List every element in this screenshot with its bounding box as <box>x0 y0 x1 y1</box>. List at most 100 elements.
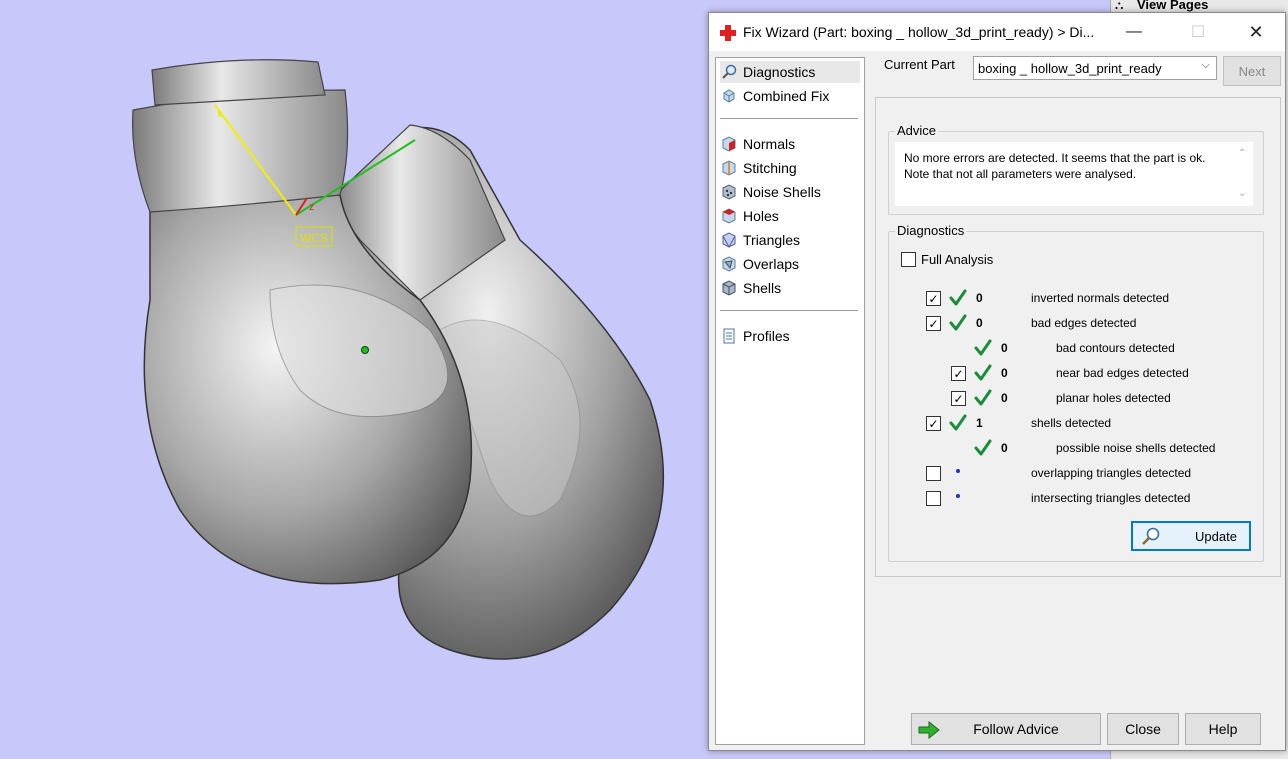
current-part-label: Current Part <box>884 57 955 72</box>
document-icon <box>720 327 738 345</box>
diagnostic-label: shells detected <box>1031 416 1112 430</box>
nav-item-combined-fix[interactable]: Combined Fix <box>720 85 829 107</box>
diagnostics-panel: Advice No more errors are detected. It s… <box>875 97 1281 577</box>
diagnostic-checkbox[interactable]: ✓ <box>926 416 941 431</box>
cube-icon <box>720 87 738 105</box>
nav-item-noise-shells[interactable]: Noise Shells <box>720 181 821 203</box>
advice-scrollbar[interactable]: ⌃ ⌄ <box>1233 142 1253 206</box>
diagnostic-checkbox[interactable]: ✓ <box>951 391 966 406</box>
nav-separator <box>720 118 858 119</box>
diagnostic-count: 0 <box>976 316 983 330</box>
nav-label: Normals <box>743 136 796 152</box>
diagnostic-count: 0 <box>1001 341 1008 355</box>
scroll-down-icon[interactable]: ⌄ <box>1238 186 1246 202</box>
nav-label: Profiles <box>743 328 790 344</box>
diagnostic-checkbox[interactable]: ✓ <box>951 366 966 381</box>
diagnostic-checkbox[interactable] <box>926 491 941 506</box>
boxing-gloves-model[interactable]: x z WCS <box>0 0 708 759</box>
check-mark-icon <box>974 339 992 356</box>
diagnostic-row: ✓ 0 inverted normals detected <box>889 289 1259 309</box>
triangles-icon <box>720 231 738 249</box>
diagnostic-label: possible noise shells detected <box>1056 441 1216 455</box>
diagnostic-checkbox[interactable]: ✓ <box>926 291 941 306</box>
diagnostics-title: Diagnostics <box>895 223 967 238</box>
nav-item-overlaps[interactable]: Overlaps <box>720 253 799 275</box>
nav-label: Shells <box>743 280 782 296</box>
advice-text: No more errors are detected. It seems th… <box>904 151 1206 181</box>
nav-item-holes[interactable]: Holes <box>720 205 779 227</box>
normals-icon <box>720 135 738 153</box>
diagnostics-group: Diagnostics Full Analysis ✓ 0 inverted nor… <box>888 223 1264 562</box>
help-button[interactable]: Help <box>1185 713 1261 745</box>
x-axis-label: x <box>217 109 222 120</box>
close-window-button[interactable]: ✕ <box>1233 18 1279 46</box>
nav-label: Overlaps <box>743 256 800 272</box>
stitching-icon <box>720 159 738 177</box>
nav-item-profiles[interactable]: Profiles <box>720 325 790 347</box>
nav-item-normals[interactable]: Normals <box>720 133 795 155</box>
diagnostic-checkbox[interactable] <box>926 466 941 481</box>
scroll-up-icon[interactable]: ⌃ <box>1238 146 1246 162</box>
diagnostic-row: ✓ 1 shells detected <box>889 414 1259 434</box>
chevron-down-icon: ⌵ <box>1201 59 1210 71</box>
noise-shells-icon <box>720 183 738 201</box>
z-axis-label: z <box>309 202 314 213</box>
magnifier-icon <box>1142 527 1160 545</box>
wizard-nav: Diagnostics Combined Fix Normals Stitchi… <box>715 57 865 745</box>
overlaps-icon <box>720 255 738 273</box>
diagnostic-label: near bad edges detected <box>1056 366 1189 380</box>
center-point <box>361 346 369 354</box>
diagnostic-label: bad contours detected <box>1056 341 1175 355</box>
diagnostic-label: intersecting triangles detected <box>1031 491 1191 505</box>
advice-title: Advice <box>895 123 939 138</box>
arrow-right-icon <box>918 721 940 739</box>
dialog-title: Fix Wizard (Part: boxing _ hollow_3d_pri… <box>743 24 1095 40</box>
3d-viewport[interactable]: x z WCS <box>0 0 708 759</box>
diagnostic-row: 0 bad contours detected <box>889 339 1259 359</box>
nav-item-diagnostics[interactable]: Diagnostics <box>720 61 860 83</box>
nav-label: Holes <box>743 208 779 224</box>
diagnostic-row: ✓ 0 bad edges detected <box>889 314 1259 334</box>
magnifier-icon <box>720 63 738 81</box>
minimize-button[interactable]: — <box>1111 18 1157 46</box>
check-mark-icon <box>974 364 992 381</box>
check-mark-icon <box>974 389 992 406</box>
red-cross-icon <box>720 25 736 41</box>
dialog-titlebar[interactable]: Fix Wizard (Part: boxing _ hollow_3d_pri… <box>709 13 1285 51</box>
maximize-button[interactable]: ☐ <box>1175 18 1221 46</box>
close-button[interactable]: Close <box>1107 713 1179 745</box>
follow-advice-label: Follow Advice <box>973 721 1059 737</box>
next-button[interactable]: Next <box>1223 56 1281 86</box>
diagnostic-count: 0 <box>976 291 983 305</box>
nav-label: Noise Shells <box>743 184 821 200</box>
full-analysis-checkbox[interactable] <box>901 252 916 267</box>
diagnostic-label: planar holes detected <box>1056 391 1171 405</box>
check-mark-icon <box>949 289 967 306</box>
diagnostic-row: intersecting triangles detected <box>889 489 1259 509</box>
nav-item-shells[interactable]: Shells <box>720 277 781 299</box>
pending-dot-icon <box>956 494 960 498</box>
advice-group: Advice No more errors are detected. It s… <box>888 123 1264 215</box>
update-label: Update <box>1195 528 1237 544</box>
diagnostic-count: 0 <box>1001 366 1008 380</box>
advice-text-box[interactable]: No more errors are detected. It seems th… <box>895 142 1253 206</box>
check-mark-icon <box>949 414 967 431</box>
diagnostic-label: inverted normals detected <box>1031 291 1170 305</box>
nav-item-stitching[interactable]: Stitching <box>720 157 797 179</box>
shells-icon <box>720 279 738 297</box>
update-button[interactable]: Update <box>1131 521 1251 551</box>
nav-label: Diagnostics <box>743 64 816 80</box>
diagnostic-label: bad edges detected <box>1031 316 1137 330</box>
diagnostic-count: 0 <box>1001 441 1008 455</box>
wcs-label: WCS <box>300 231 328 245</box>
diagnostic-row: ✓ 0 planar holes detected <box>889 389 1259 409</box>
diagnostic-row: 0 possible noise shells detected <box>889 439 1259 459</box>
current-part-select[interactable]: boxing _ hollow_3d_print_ready ⌵ <box>973 56 1217 80</box>
diagnostic-row: overlapping triangles detected <box>889 464 1259 484</box>
current-part-value: boxing _ hollow_3d_print_ready <box>978 61 1162 76</box>
pending-dot-icon <box>956 469 960 473</box>
nav-item-triangles[interactable]: Triangles <box>720 229 800 251</box>
follow-advice-button[interactable]: Follow Advice <box>911 713 1101 745</box>
diagnostic-count: 1 <box>976 416 983 430</box>
diagnostic-checkbox[interactable]: ✓ <box>926 316 941 331</box>
